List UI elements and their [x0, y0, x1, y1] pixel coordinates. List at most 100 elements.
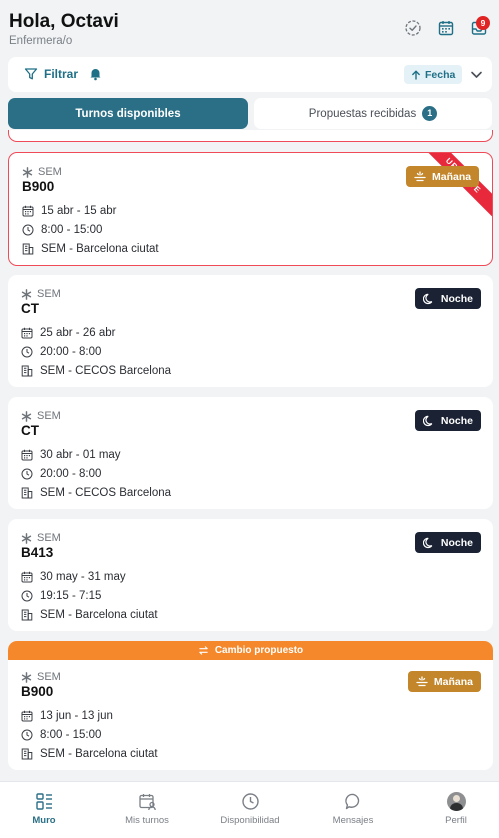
shift-org: SEM	[21, 532, 61, 544]
chevron-down-icon[interactable]	[469, 67, 484, 82]
shift-type-label: Noche	[440, 414, 473, 427]
nav-label: Mensajes	[332, 815, 374, 826]
avatar	[446, 792, 466, 811]
shift-time: 20:00 - 8:00	[21, 346, 101, 358]
calendar-icon[interactable]	[437, 19, 455, 37]
shift-code: B413	[21, 545, 54, 560]
swap-icon	[198, 645, 209, 656]
calendar-icon	[21, 449, 33, 461]
shift-place-text: SEM - CECOS Barcelona	[40, 487, 172, 499]
building-icon	[21, 609, 33, 621]
shift-time-text: 20:00 - 8:00	[40, 346, 102, 358]
asterisk-icon	[22, 167, 33, 178]
building-icon	[22, 243, 34, 255]
tab-available-shifts[interactable]: Turnos disponibles	[8, 98, 248, 129]
filter-bar: Filtrar Fecha	[8, 57, 492, 92]
shift-dates-text: 30 abr - 01 may	[40, 449, 121, 461]
sort-date-button[interactable]: Fecha	[404, 65, 463, 84]
shift-time-text: 8:00 - 15:00	[41, 224, 103, 236]
sort-label: Fecha	[425, 68, 456, 81]
shift-time: 19:15 - 7:15	[21, 590, 101, 602]
received-count-badge: 1	[422, 106, 438, 121]
clock-icon	[21, 468, 33, 480]
shift-org-label: SEM	[37, 532, 61, 544]
dashboard-icon	[35, 793, 52, 810]
shift-place: SEM - CECOS Barcelona	[21, 487, 171, 499]
nav-item-disponibilidad[interactable]: Disponibilidad	[210, 792, 290, 826]
check-circle-icon[interactable]	[404, 19, 422, 37]
shift-dates-text: 13 jun - 13 jun	[40, 710, 113, 722]
clock-icon	[22, 224, 34, 236]
shift-org: SEM	[21, 671, 61, 683]
clock-icon	[21, 729, 33, 741]
tab-received-proposals[interactable]: Propuestas recibidas 1	[254, 98, 492, 129]
nav-label: Perfil	[445, 815, 467, 826]
moon-icon	[423, 537, 435, 549]
shift-time: 8:00 - 15:00	[21, 729, 101, 741]
nav-label: Mis turnos	[125, 815, 169, 826]
shift-org-label: SEM	[37, 288, 61, 300]
nav-item-mensajes[interactable]: Mensajes	[313, 792, 393, 826]
shift-time: 8:00 - 15:00	[22, 224, 102, 236]
shift-dates-text: 30 may - 31 may	[40, 571, 126, 583]
bell-icon[interactable]	[88, 66, 103, 81]
shift-type-badge: Mañana	[406, 166, 480, 187]
shift-time: 20:00 - 8:00	[21, 468, 101, 480]
nav-item-mis-turnos[interactable]: Mis turnos	[107, 792, 187, 826]
shift-card-proposal[interactable]: Cambio propuesto SEM B900 13 jun - 13 ju…	[8, 641, 493, 770]
shift-dates: 30 abr - 01 may	[21, 449, 121, 461]
nav-item-muro[interactable]: Muro	[4, 792, 84, 826]
shift-dates: 13 jun - 13 jun	[21, 710, 113, 722]
shift-type-label: Noche	[440, 536, 473, 549]
inbox-badge: 9	[476, 16, 490, 30]
asterisk-icon	[21, 672, 32, 683]
asterisk-icon	[21, 289, 32, 300]
asterisk-icon	[21, 533, 32, 544]
shift-time-text: 8:00 - 15:00	[40, 729, 102, 741]
shift-place-text: SEM - Barcelona ciutat	[41, 243, 159, 255]
shift-type-badge: Mañana	[407, 671, 481, 692]
shift-dates: 25 abr - 26 abr	[21, 327, 115, 339]
building-icon	[21, 365, 33, 377]
shift-type-label: Noche	[440, 292, 473, 305]
shift-place-text: SEM - Barcelona ciutat	[40, 748, 158, 760]
shift-org-label: SEM	[37, 410, 61, 422]
shift-card[interactable]: SEM B413 30 may - 31 may 19:15 - 7:15 SE…	[8, 519, 493, 631]
shift-place: SEM - Barcelona ciutat	[21, 609, 158, 621]
clock-icon	[21, 346, 33, 358]
shift-list[interactable]: URGENTE SEM B900 15 abr - 15 abr 8:00 - …	[0, 130, 499, 780]
nav-item-perfil[interactable]: Perfil	[416, 792, 496, 826]
shift-code: B900	[22, 179, 55, 194]
arrow-up-icon	[412, 70, 420, 80]
shift-org: SEM	[22, 166, 62, 178]
shift-place: SEM - Barcelona ciutat	[22, 243, 159, 255]
shift-place: SEM - CECOS Barcelona	[21, 365, 171, 377]
nav-label: Disponibilidad	[220, 815, 280, 826]
building-icon	[21, 487, 33, 499]
shift-card[interactable]: URGENTE SEM B900 15 abr - 15 abr 8:00 - …	[8, 152, 493, 266]
calendar-icon	[22, 205, 34, 217]
shift-card[interactable]: SEM CT 25 abr - 26 abr 20:00 - 8:00 SEM …	[8, 275, 493, 387]
filter-button[interactable]: Filtrar	[24, 65, 78, 83]
tab-available-label: Turnos disponibles	[75, 107, 181, 120]
calendar-user-icon	[138, 794, 156, 811]
calendar-icon	[21, 571, 33, 583]
shift-dates-text: 15 abr - 15 abr	[41, 205, 117, 217]
shift-code: CT	[21, 301, 39, 316]
shift-code: B900	[21, 684, 54, 699]
shift-place-text: SEM - CECOS Barcelona	[40, 365, 172, 377]
building-icon	[21, 748, 33, 760]
moon-icon	[423, 415, 435, 427]
sunrise-icon	[416, 676, 428, 688]
clock-icon	[241, 793, 259, 810]
filter-icon	[24, 68, 38, 80]
shift-place-text: SEM - Barcelona ciutat	[40, 609, 158, 621]
calendar-icon	[21, 710, 33, 722]
tab-received-label: Propuestas recibidas	[308, 107, 417, 120]
shift-type-label: Mañana	[432, 170, 472, 183]
previous-shift-card[interactable]	[8, 130, 493, 142]
asterisk-icon	[21, 411, 32, 422]
filter-label: Filtrar	[44, 67, 79, 81]
shift-card[interactable]: SEM CT 30 abr - 01 may 20:00 - 8:00 SEM …	[8, 397, 493, 509]
shift-time-text: 20:00 - 8:00	[40, 468, 102, 480]
